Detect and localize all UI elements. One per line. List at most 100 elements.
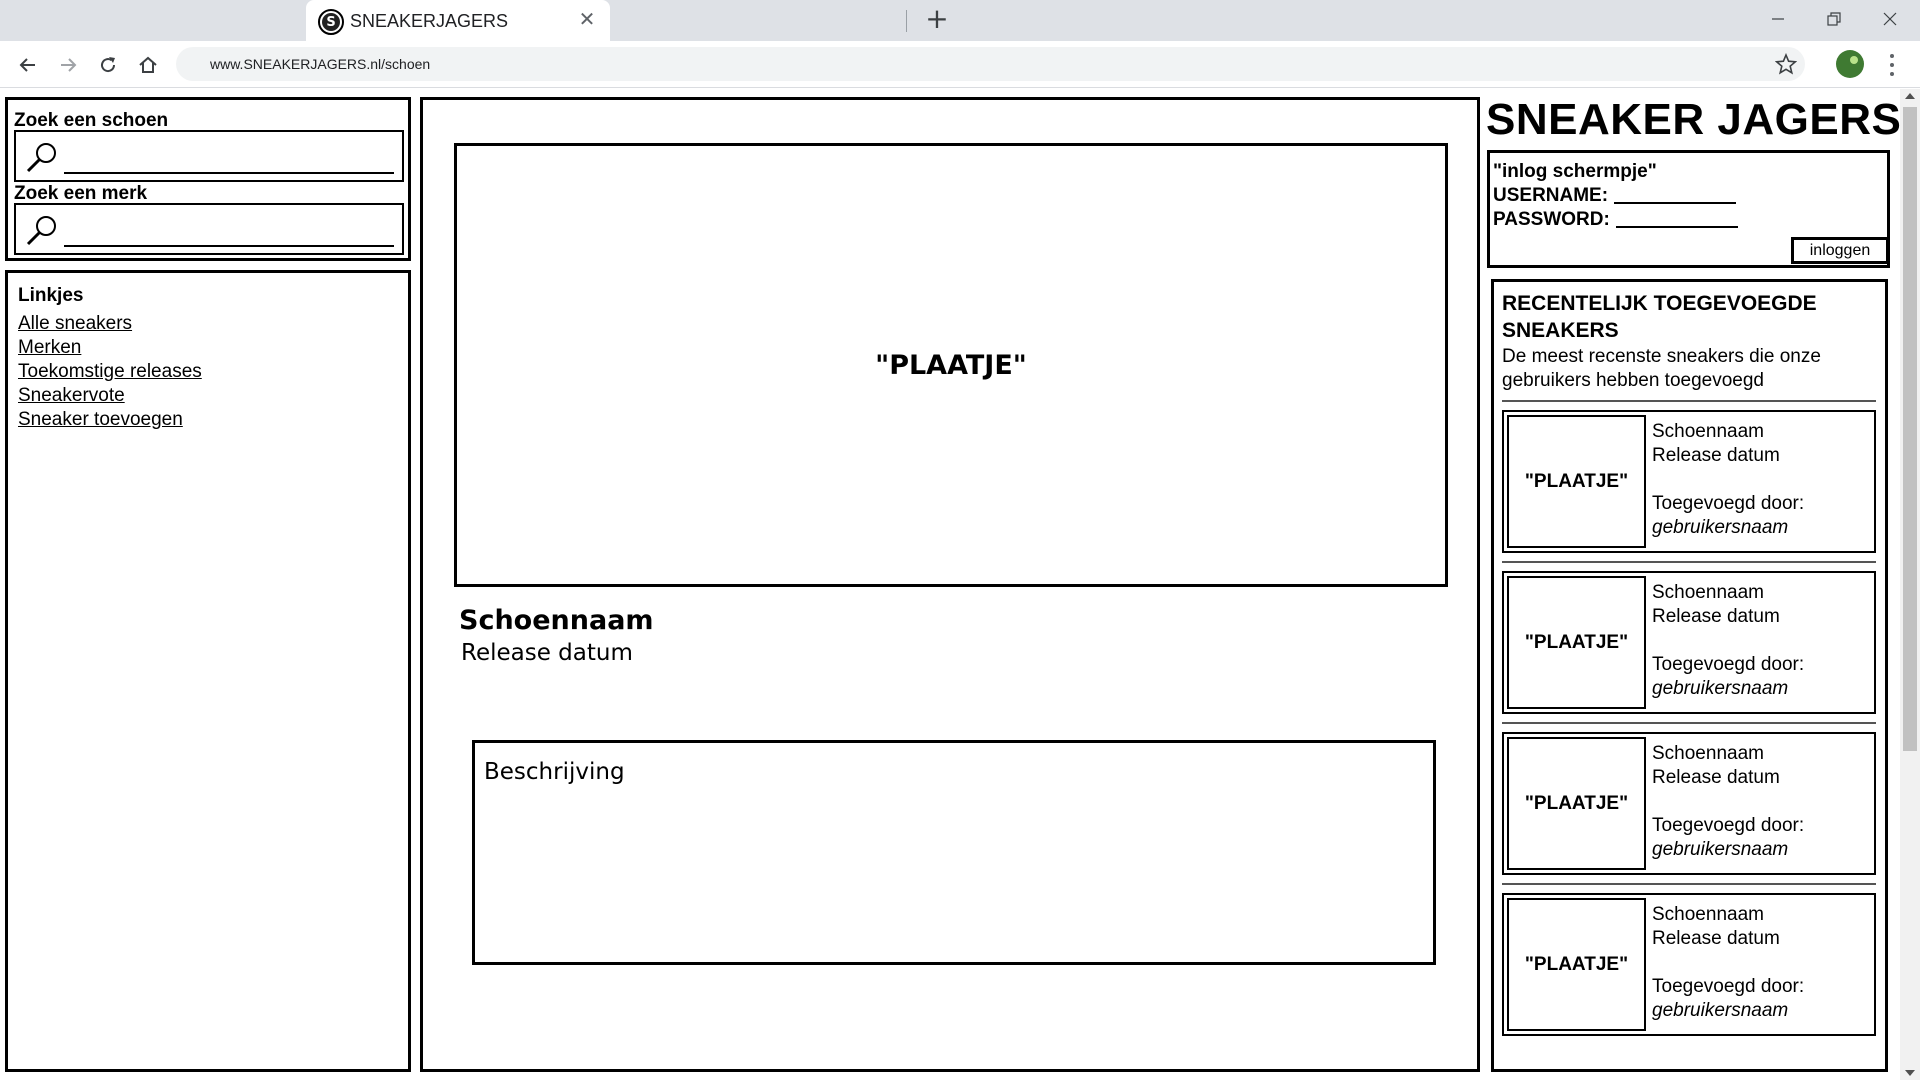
card-shoe-name: Schoennaam [1652,421,1764,442]
close-icon[interactable]: ✕ [576,8,598,30]
login-button[interactable]: inloggen [1791,237,1889,264]
shoe-name: Schoennaam [459,605,654,636]
links-panel: Linkjes Alle sneakers Merken Toekomstige… [5,270,411,1072]
card-shoe-name: Schoennaam [1652,582,1764,603]
browser-tab-strip: S SNEAKERJAGERS ✕ + [0,0,1920,41]
page-scrollbar[interactable] [1900,89,1920,1080]
card-image-placeholder: "PLAATJE" [1507,415,1646,548]
close-window-icon [1883,12,1897,26]
search-shoe-underline [64,172,394,174]
recent-sneaker-card[interactable]: "PLAATJE" Schoennaam Release datum Toege… [1502,410,1876,553]
main-content: "PLAATJE" Schoennaam Release datum Besch… [420,97,1480,1072]
url-text[interactable]: www.SNEAKERJAGERS.nl/schoen [210,56,430,72]
search-panel: Zoek een schoen Zoek een merk [5,97,411,261]
sneakerjagers-favicon-icon: S [318,9,344,35]
password-field[interactable] [1615,226,1738,228]
link-sneaker-toevoegen[interactable]: Sneaker toevoegen [18,408,202,432]
web-page: Zoek een schoen Zoek een merk Linkjes Al… [0,89,1902,1080]
arrow-right-icon [61,58,77,72]
card-release-date: Release datum [1652,767,1780,788]
card-image-placeholder: "PLAATJE" [1507,737,1646,870]
card-username: gebruikersnaam [1652,1000,1789,1021]
card-username: gebruikersnaam [1652,839,1789,860]
card-details: Schoennaam Release datum Toegevoegd door… [1652,742,1804,862]
restore-icon [1827,12,1841,26]
search-shoe-input[interactable] [14,130,404,182]
card-release-date: Release datum [1652,606,1780,627]
magnifier-icon [26,216,56,246]
search-brand-label: Zoek een merk [14,183,148,204]
card-added-by-label: Toegevoegd door: [1652,493,1805,514]
scroll-thumb[interactable] [1903,107,1917,751]
home-button[interactable] [132,49,164,81]
scroll-up-arrow-icon[interactable] [1905,93,1915,99]
card-image-placeholder: "PLAATJE" [1507,898,1646,1031]
card-release-date: Release datum [1652,445,1780,466]
card-added-by-label: Toegevoegd door: [1652,815,1805,836]
card-details: Schoennaam Release datum Toegevoegd door… [1652,581,1804,701]
extension-eye [1850,56,1858,64]
divider [1502,722,1876,724]
reload-icon [101,57,116,73]
search-shoe-label: Zoek een schoen [14,110,169,131]
links-title: Linkjes [18,285,84,306]
link-toekomstige-releases[interactable]: Toekomstige releases [18,360,202,384]
description-text: Beschrijving [484,759,625,785]
reload-button[interactable] [92,49,124,81]
recent-sneaker-card[interactable]: "PLAATJE" Schoennaam Release datum Toege… [1502,732,1876,875]
frog-extension-icon[interactable] [1836,50,1864,78]
release-date: Release datum [461,640,633,666]
recent-title: RECENTELIJK TOEGEVOEGDE SNEAKERS [1502,292,1817,342]
search-brand-underline [64,245,394,247]
card-username: gebruikersnaam [1652,517,1789,538]
tab-title: SNEAKERJAGERS [350,11,509,31]
card-release-date: Release datum [1652,928,1780,949]
magnifier-icon [26,143,56,173]
card-username: gebruikersnaam [1652,678,1789,699]
card-added-by-label: Toegevoegd door: [1652,976,1805,997]
browser-toolbar: www.SNEAKERJAGERS.nl/schoen [0,41,1920,88]
link-sneakervote[interactable]: Sneakervote [18,384,202,408]
username-label: USERNAME: [1493,185,1609,206]
forward-button[interactable] [52,49,84,81]
home-icon [139,56,157,73]
minimize-icon [1772,18,1784,20]
password-label: PASSWORD: [1493,209,1610,230]
tab-separator [906,10,907,32]
divider [1502,883,1876,885]
card-details: Schoennaam Release datum Toegevoegd door… [1652,903,1804,1023]
card-image-placeholder: "PLAATJE" [1507,576,1646,709]
link-merken[interactable]: Merken [18,336,202,360]
site-title: SNEAKER JAGERS [1486,95,1902,144]
divider [1502,400,1876,402]
address-bar[interactable]: www.SNEAKERJAGERS.nl/schoen [176,47,1805,81]
link-alle-sneakers[interactable]: Alle sneakers [18,312,202,336]
card-details: Schoennaam Release datum Toegevoegd door… [1652,420,1804,540]
scroll-down-arrow-icon[interactable] [1905,1070,1915,1076]
login-title: "inlog schermpje" [1493,161,1657,182]
browser-tab[interactable]: S SNEAKERJAGERS ✕ [306,0,610,41]
username-field[interactable] [1614,202,1737,204]
password-row: PASSWORD: [1493,209,1738,231]
card-shoe-name: Schoennaam [1652,904,1764,925]
links-list: Alle sneakers Merken Toekomstige release… [18,312,202,432]
search-brand-input[interactable] [14,203,404,255]
description-box: Beschrijving [472,740,1436,965]
restore-window-button[interactable] [1806,0,1862,38]
recent-sneaker-card[interactable]: "PLAATJE" Schoennaam Release datum Toege… [1502,893,1876,1036]
plus-icon[interactable]: + [922,4,952,34]
card-shoe-name: Schoennaam [1652,743,1764,764]
minimize-window-button[interactable] [1750,0,1806,38]
shoe-image-placeholder: "PLAATJE" [454,143,1448,587]
arrow-left-icon [19,58,35,72]
card-added-by-label: Toegevoegd door: [1652,654,1805,675]
recent-sneakers-panel: RECENTELIJK TOEGEVOEGDE SNEAKERS De mees… [1491,279,1888,1072]
kebab-menu-icon[interactable] [1880,51,1904,79]
star-icon[interactable] [1774,52,1798,75]
username-row: USERNAME: [1493,185,1737,207]
back-button[interactable] [12,49,44,81]
divider [1502,561,1876,563]
login-panel: "inlog schermpje" USERNAME: PASSWORD: in… [1487,150,1890,268]
close-window-button[interactable] [1862,0,1918,38]
recent-sneaker-card[interactable]: "PLAATJE" Schoennaam Release datum Toege… [1502,571,1876,714]
